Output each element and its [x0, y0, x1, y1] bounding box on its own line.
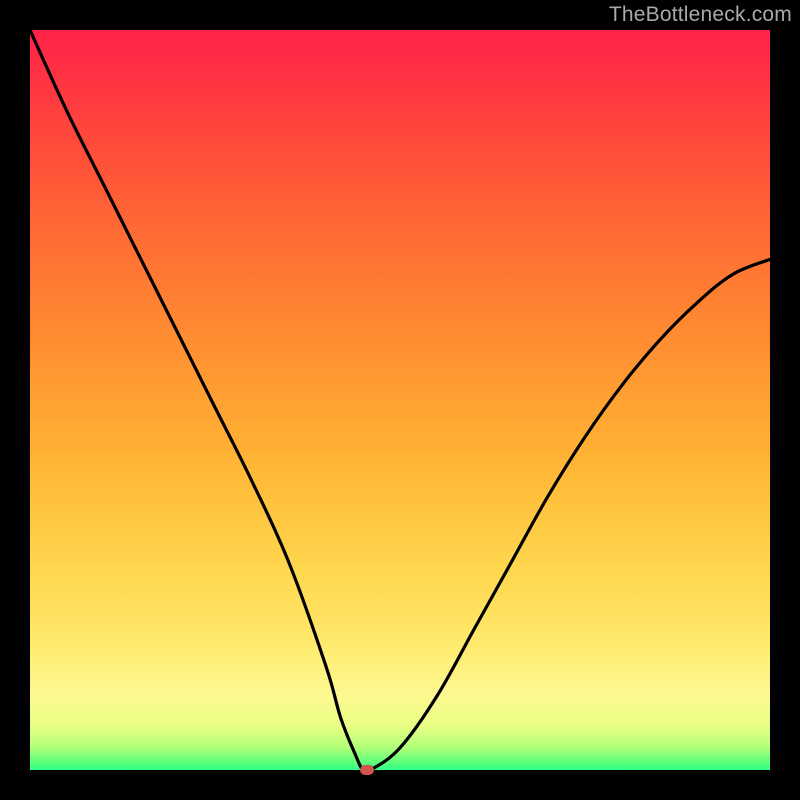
chart-frame: TheBottleneck.com — [0, 0, 800, 800]
curve-path — [30, 30, 770, 770]
bottleneck-curve — [30, 30, 770, 770]
optimal-point-marker — [360, 765, 374, 775]
branding-watermark: TheBottleneck.com — [609, 3, 792, 27]
plot-area — [30, 30, 770, 770]
